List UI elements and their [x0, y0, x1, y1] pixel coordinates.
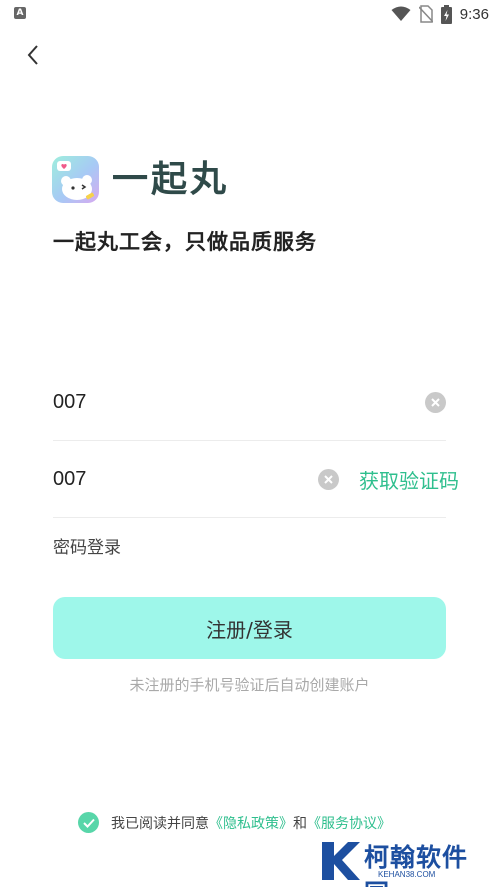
a-notification-icon: A [14, 7, 26, 19]
watermark-sub: KEHAN38.COM [378, 870, 436, 879]
app-logo-icon [52, 156, 99, 203]
battery-charging-icon [440, 4, 452, 24]
no-sim-icon [418, 5, 433, 23]
clear-code-icon[interactable] [318, 468, 339, 490]
slogan: 一起丸工会，只做品质服务 [53, 230, 317, 254]
agreement-checkbox-icon[interactable] [78, 812, 99, 833]
back-button[interactable] [18, 40, 48, 70]
get-code-button[interactable]: 获取验证码 [359, 465, 459, 494]
privacy-policy-link[interactable]: 《隐私政策》 [209, 813, 293, 833]
wifi-icon [391, 6, 411, 21]
status-icons: 9:36 [391, 4, 489, 24]
password-login-link[interactable]: 密码登录 [53, 533, 121, 558]
watermark-text: 柯翰软件园 [364, 843, 469, 887]
verification-code-input[interactable] [53, 459, 318, 499]
clear-phone-icon[interactable] [425, 391, 446, 413]
kehan-logo-icon [322, 842, 360, 880]
auto-create-hint: 未注册的手机号验证后自动创建账户 [129, 676, 370, 694]
watermark: 柯翰软件园 KEHAN38.COM [318, 836, 493, 887]
status-bar: A 9:36 [0, 0, 499, 28]
phone-field-row [53, 364, 446, 441]
code-field-row: 获取验证码 [53, 441, 459, 518]
agreement-row: 我已阅读并同意 《隐私政策》 和 《服务协议》 [78, 812, 391, 833]
agreement-prefix: 我已阅读并同意 [111, 815, 209, 832]
clock: 9:36 [459, 5, 489, 23]
phone-input[interactable] [53, 382, 425, 422]
service-agreement-link[interactable]: 《服务协议》 [307, 813, 391, 833]
register-login-button[interactable]: 注册/登录 [53, 597, 446, 659]
agreement-conjunction: 和 [293, 815, 307, 832]
chevron-left-icon [27, 45, 38, 65]
brand-name: 一起丸 [112, 159, 230, 200]
